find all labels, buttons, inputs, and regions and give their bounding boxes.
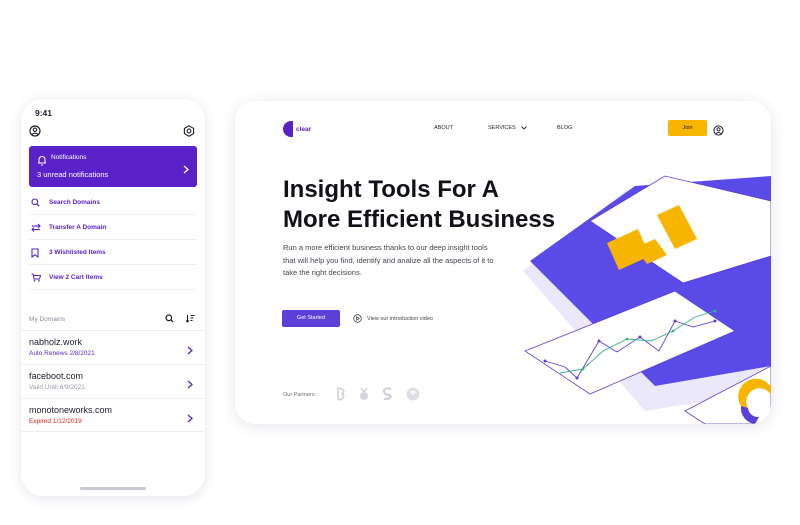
- my-domains-label: My Domains: [29, 316, 66, 323]
- quick-link-label: 3 Wishlisted Items: [49, 249, 106, 256]
- domain-row[interactable]: nabholz.work Auto Renews 2/8/2021: [21, 330, 205, 364]
- domain-name: nabholz.work: [29, 337, 83, 347]
- get-started-button[interactable]: Get Started: [282, 310, 340, 327]
- partner-logo-icon: [379, 386, 395, 407]
- partner-logo-icon: [405, 386, 421, 407]
- my-domains-header: My Domains: [29, 312, 197, 330]
- quick-link-wishlist[interactable]: 3 Wishlisted Items: [29, 241, 197, 265]
- transfer-icon: [31, 223, 43, 232]
- quick-link-search-domains[interactable]: Search Domains: [29, 191, 197, 215]
- chevron-right-icon: [183, 161, 189, 179]
- mobile-app-screen: 9:41 Notifications 3 unread notification…: [21, 99, 205, 496]
- domain-name: monotoneworks.com: [29, 405, 113, 415]
- intro-video-link[interactable]: View our introduction video: [353, 314, 433, 323]
- domain-status: Expired 1/12/2019: [29, 418, 82, 425]
- notifications-subtitle: 3 unread notifications: [37, 170, 109, 179]
- chevron-right-icon: [187, 376, 193, 394]
- partners-label: Our Partners:: [283, 392, 317, 398]
- join-button[interactable]: Join: [668, 120, 707, 136]
- domain-row[interactable]: monotoneworks.com Expired 1/12/2019: [21, 398, 205, 432]
- sort-icon[interactable]: [185, 314, 195, 325]
- notifications-title: Notifications: [51, 154, 87, 161]
- nav-blog[interactable]: BLOG: [557, 125, 572, 131]
- domain-row[interactable]: faceboot.com Valid Until 6/9/2021: [21, 364, 205, 398]
- brand-logo[interactable]: clear: [283, 121, 311, 137]
- bookmark-icon: [31, 247, 43, 258]
- cart-icon: [31, 273, 43, 282]
- dashboard-illustration: [523, 175, 771, 424]
- chevron-right-icon: [187, 410, 193, 428]
- intro-video-label: View our introduction video: [367, 315, 433, 322]
- partner-logo-icon: [357, 386, 371, 407]
- nav-services[interactable]: SERVICES: [488, 125, 527, 131]
- chevron-down-icon: [520, 126, 527, 130]
- domain-name: faceboot.com: [29, 371, 84, 381]
- profile-icon[interactable]: [29, 124, 41, 142]
- settings-icon[interactable]: [183, 124, 195, 142]
- hero-description: Run a more efficient business thanks to …: [283, 243, 494, 277]
- quick-link-label: Transfer A Domain: [49, 224, 107, 231]
- logo-text: clear: [296, 125, 312, 133]
- nav-about[interactable]: ABOUT: [434, 125, 453, 131]
- website-landing-page: clear ABOUT SERVICES BLOG Join Insight T…: [235, 101, 771, 424]
- home-indicator: [80, 487, 146, 490]
- domain-status: Valid Until 6/9/2021: [29, 384, 85, 391]
- user-icon[interactable]: [713, 123, 724, 141]
- chevron-right-icon: [187, 342, 193, 360]
- partner-logo-icon: [335, 386, 349, 407]
- nav-services-label: SERVICES: [488, 125, 516, 131]
- quick-link-cart[interactable]: View 2 Cart Items: [29, 266, 197, 290]
- quick-link-transfer-domain[interactable]: Transfer A Domain: [29, 216, 197, 240]
- bell-icon: [37, 153, 47, 171]
- search-icon[interactable]: [165, 314, 174, 325]
- quick-link-label: View 2 Cart Items: [49, 274, 103, 281]
- search-icon: [31, 198, 43, 207]
- notifications-card[interactable]: Notifications 3 unread notifications: [29, 146, 197, 187]
- quick-link-label: Search Domains: [49, 199, 100, 206]
- status-time: 9:41: [35, 108, 53, 118]
- domain-status: Auto Renews 2/8/2021: [29, 350, 95, 357]
- logo-mark-icon: [283, 121, 293, 137]
- play-icon: [353, 314, 362, 323]
